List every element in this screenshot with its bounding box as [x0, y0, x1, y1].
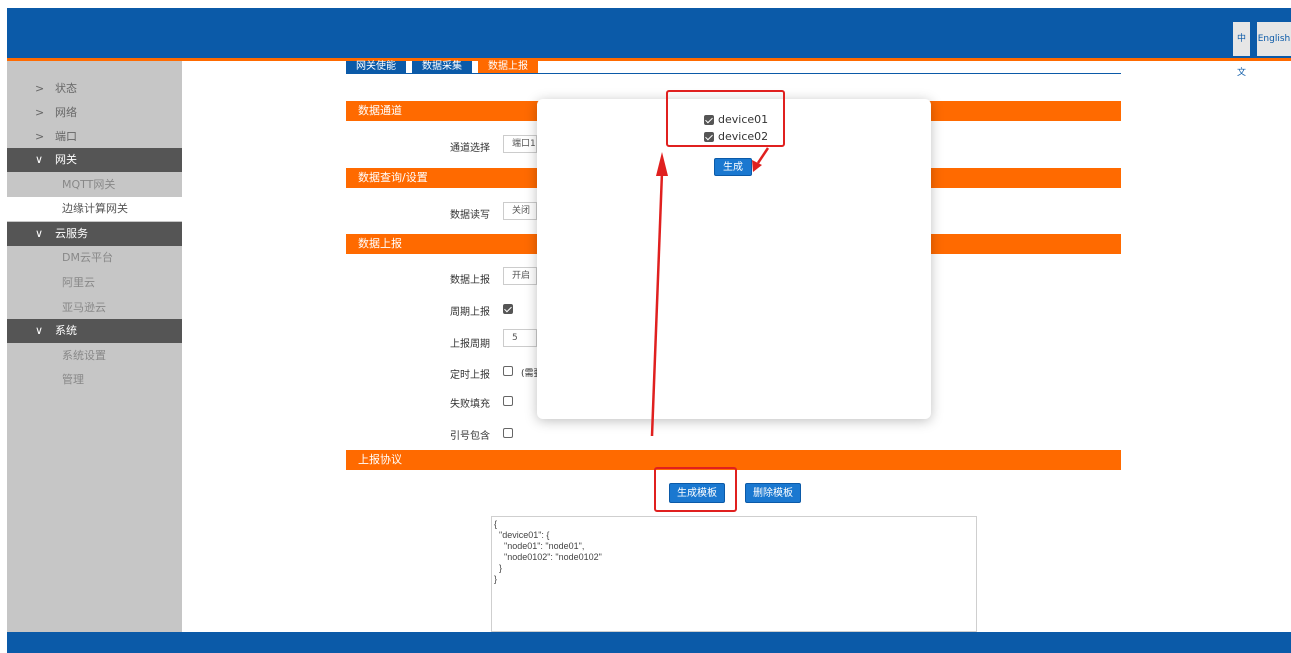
timed-report-checkbox[interactable]: [503, 366, 513, 376]
sidebar-item-label: 系统设置: [62, 349, 106, 362]
sidebar-group-gateway[interactable]: ∨ 网关: [7, 148, 182, 172]
chevron-right-icon: >: [35, 106, 45, 119]
periodic-report-label: 周期上报: [450, 307, 490, 318]
data-rw-label: 数据读写: [450, 210, 490, 221]
sidebar-item-label: DM云平台: [62, 251, 113, 264]
footer-bar: [7, 632, 1291, 653]
tab-data-collect[interactable]: 数据采集: [412, 61, 472, 73]
sidebar-item-label: 端口: [55, 130, 77, 143]
sidebar-item-label: 网关: [55, 153, 77, 166]
language-chinese-button[interactable]: 中文: [1233, 22, 1250, 78]
modal-generate-button[interactable]: 生成: [714, 158, 752, 176]
timed-report-note: (需要: [521, 369, 537, 379]
channel-select[interactable]: 端口1: [503, 135, 537, 153]
sidebar-item-edge-gateway[interactable]: 边缘计算网关: [7, 197, 182, 221]
top-header-bar: [7, 8, 1291, 58]
sidebar-item-label: 系统: [55, 324, 77, 337]
sidebar-item-label: 云服务: [55, 227, 88, 240]
data-rw-select[interactable]: 关闭: [503, 202, 537, 220]
sidebar-item-mqtt-gateway[interactable]: MQTT网关: [7, 173, 182, 197]
sidebar-item-network[interactable]: > 网络: [7, 101, 182, 125]
tab-gateway-enable[interactable]: 网关使能: [346, 61, 406, 73]
report-period-input[interactable]: 5: [503, 329, 537, 347]
delete-template-button[interactable]: 删除模板: [745, 483, 801, 503]
chevron-down-icon: ∨: [35, 227, 44, 240]
sidebar-item-status[interactable]: > 状态: [7, 77, 182, 101]
chevron-right-icon: >: [35, 82, 45, 95]
sidebar-item-aliyun[interactable]: 阿里云: [7, 271, 182, 295]
quote-include-label: 引号包含: [450, 431, 490, 442]
sidebar-item-label: 状态: [55, 82, 77, 95]
sidebar: > 状态 > 网络 > 端口 ∨ 网关 MQTT网关 边缘计算网关 ∨ 云服务 …: [7, 61, 182, 632]
tab-underline: [346, 73, 1121, 74]
sidebar-item-label: 网络: [55, 106, 77, 119]
sidebar-item-dm-cloud[interactable]: DM云平台: [7, 246, 182, 270]
sidebar-group-system[interactable]: ∨ 系统: [7, 319, 182, 343]
sidebar-item-label: 边缘计算网关: [62, 202, 128, 215]
annotation-box-generate-template: [654, 467, 737, 512]
sidebar-group-cloud[interactable]: ∨ 云服务: [7, 222, 182, 246]
sidebar-item-label: 管理: [62, 373, 84, 386]
quote-include-checkbox[interactable]: [503, 428, 513, 438]
annotation-box-devices: [666, 90, 785, 147]
template-json-textarea[interactable]: { "device01": { "node01": "node01", "nod…: [491, 516, 977, 632]
sidebar-item-port[interactable]: > 端口: [7, 125, 182, 149]
sidebar-item-aws[interactable]: 亚马逊云: [7, 296, 182, 320]
header-accent-line: [7, 58, 1291, 61]
language-english-button[interactable]: English: [1254, 22, 1291, 56]
chevron-down-icon: ∨: [35, 324, 44, 337]
chevron-right-icon: >: [35, 130, 45, 143]
timed-report-label: 定时上报: [450, 370, 490, 381]
sidebar-item-label: MQTT网关: [62, 178, 116, 191]
sidebar-item-manage[interactable]: 管理: [7, 368, 182, 392]
report-period-label: 上报周期: [450, 339, 490, 350]
fail-fill-checkbox[interactable]: [503, 396, 513, 406]
data-report-select[interactable]: 开启: [503, 267, 537, 285]
sidebar-item-label: 亚马逊云: [62, 301, 106, 314]
channel-select-label: 通道选择: [450, 143, 490, 154]
sidebar-item-label: 阿里云: [62, 276, 95, 289]
device-select-modal: device01 device02 生成: [537, 99, 931, 419]
periodic-report-checkbox[interactable]: [503, 304, 513, 314]
data-report-label: 数据上报: [450, 275, 490, 286]
chevron-down-icon: ∨: [35, 153, 44, 166]
fail-fill-label: 失败填充: [450, 399, 490, 410]
tab-data-report[interactable]: 数据上报: [478, 61, 538, 73]
sidebar-item-system-settings[interactable]: 系统设置: [7, 344, 182, 368]
